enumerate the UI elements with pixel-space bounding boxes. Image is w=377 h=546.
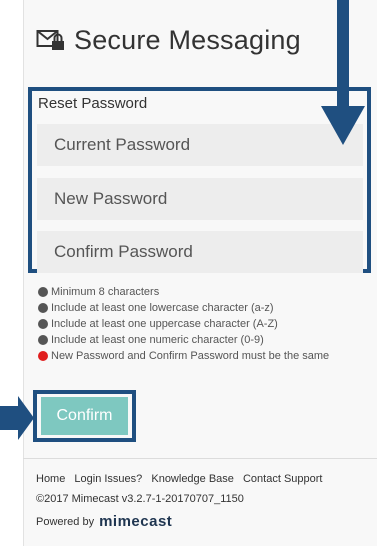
new-password-field[interactable]: New Password [37, 178, 363, 220]
rule-item: Include at least one uppercase character… [38, 316, 358, 332]
rule-text: Include at least one lowercase character… [51, 302, 274, 314]
rule-text: Include at least one uppercase character… [51, 318, 278, 330]
right-arrow-icon [0, 396, 34, 440]
reset-password-label: Reset Password [38, 95, 148, 112]
powered-by: Powered by mimecast [36, 513, 172, 530]
rule-item: Minimum 8 characters [38, 284, 358, 300]
rule-status-dot [38, 303, 48, 313]
app-header: Secure Messaging [36, 22, 301, 58]
footer-link-knowledge-base[interactable]: Knowledge Base [151, 473, 234, 485]
rule-status-dot [38, 335, 48, 345]
powered-by-label: Powered by [36, 515, 95, 528]
rule-item: New Password and Confirm Password must b… [38, 348, 358, 364]
rule-text: Minimum 8 characters [51, 286, 160, 298]
footer-link-home[interactable]: Home [36, 473, 65, 485]
footer-link-login-issues[interactable]: Login Issues? [74, 473, 142, 485]
copyright-text: ©2017 Mimecast v3.2.7-1-20170707_1150 [36, 493, 244, 505]
confirm-button[interactable]: Confirm [41, 397, 128, 435]
rule-status-dot [38, 287, 48, 297]
rule-item: Include at least one numeric character (… [38, 332, 358, 348]
rule-text: Include at least one numeric character (… [51, 334, 264, 346]
confirm-password-field[interactable]: Confirm Password [37, 231, 363, 273]
footer-links: Home Login Issues? Knowledge Base Contac… [36, 473, 328, 485]
down-arrow-icon [321, 0, 365, 145]
rule-text: New Password and Confirm Password must b… [51, 350, 330, 362]
footer-link-contact-support[interactable]: Contact Support [243, 473, 323, 485]
rule-status-dot [38, 319, 48, 329]
password-rules-list: Minimum 8 characters Include at least on… [38, 284, 358, 364]
envelope-lock-icon [36, 30, 64, 50]
rule-status-dot [38, 351, 48, 361]
footer-divider [23, 458, 377, 459]
mimecast-logo: mimecast [99, 513, 173, 530]
page-title: Secure Messaging [74, 24, 301, 55]
rule-item: Include at least one lowercase character… [38, 300, 358, 316]
current-password-field[interactable]: Current Password [37, 124, 363, 166]
